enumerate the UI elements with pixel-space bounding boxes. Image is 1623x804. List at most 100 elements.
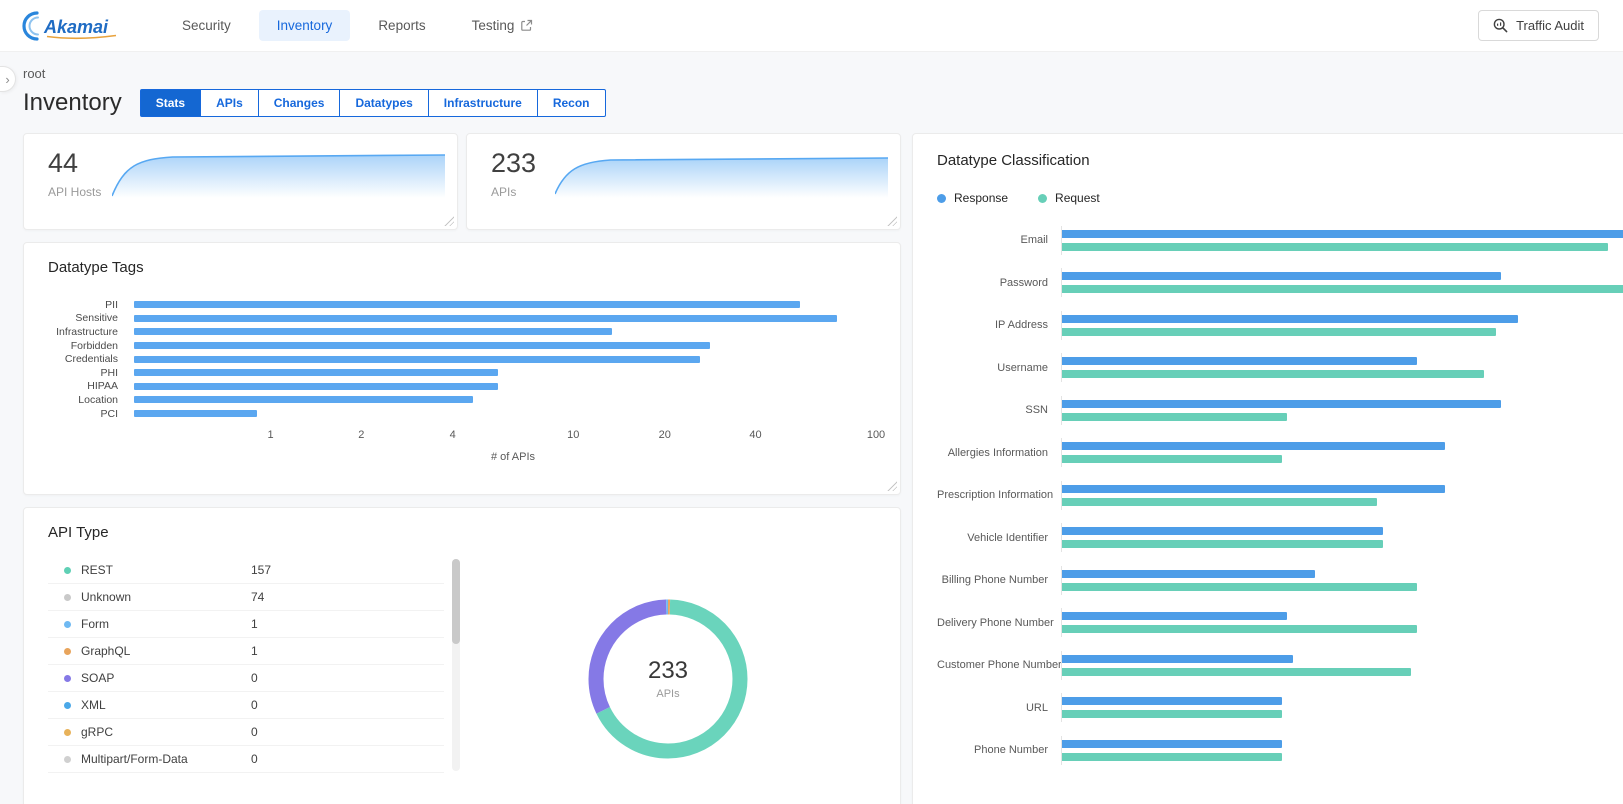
- response-bar[interactable]: [1062, 655, 1293, 663]
- classification-category-label: SSN: [937, 404, 1061, 416]
- response-bar[interactable]: [1062, 357, 1417, 365]
- api-type-row[interactable]: GraphQL1: [48, 638, 444, 665]
- request-bar[interactable]: [1062, 753, 1282, 761]
- classification-bar-group: [1061, 566, 1623, 595]
- tab-stats[interactable]: Stats: [140, 89, 201, 117]
- nav-item-testing[interactable]: Testing: [454, 10, 552, 41]
- tag-bar-track: [134, 342, 876, 349]
- response-bar[interactable]: [1062, 740, 1282, 748]
- akamai-logo[interactable]: Akamai: [20, 9, 130, 43]
- response-bar[interactable]: [1062, 612, 1287, 620]
- resize-grip[interactable]: [444, 216, 454, 226]
- request-bar[interactable]: [1062, 285, 1623, 293]
- request-bar[interactable]: [1062, 455, 1282, 463]
- classification-row: URL: [937, 687, 1623, 730]
- api-type-dot: [64, 621, 71, 628]
- api-type-row[interactable]: XML0: [48, 692, 444, 719]
- request-bar[interactable]: [1062, 413, 1287, 421]
- legend-item-request[interactable]: Request: [1038, 191, 1100, 205]
- classification-bar-group: [1061, 396, 1623, 425]
- classification-bar-group: [1061, 693, 1623, 722]
- api-type-row[interactable]: Multipart/Form-Data0: [48, 746, 444, 773]
- classification-row: Password: [937, 262, 1623, 305]
- breadcrumb[interactable]: root: [23, 66, 1623, 81]
- request-bar[interactable]: [1062, 328, 1496, 336]
- response-bar[interactable]: [1062, 272, 1501, 280]
- api-type-row[interactable]: SOAP0: [48, 665, 444, 692]
- request-bar[interactable]: [1062, 583, 1417, 591]
- tag-bar[interactable]: [134, 301, 800, 308]
- apis-sparkline: [555, 150, 888, 198]
- classification-category-label: Email: [937, 234, 1061, 246]
- tab-changes[interactable]: Changes: [258, 89, 341, 117]
- nav-item-inventory[interactable]: Inventory: [259, 10, 351, 41]
- nav-item-reports[interactable]: Reports: [360, 10, 443, 41]
- classification-bar-group: [1061, 311, 1623, 340]
- tag-bar[interactable]: [134, 396, 473, 403]
- scrollbar-track[interactable]: [452, 559, 460, 771]
- tag-bar[interactable]: [134, 410, 257, 417]
- legend-item-response[interactable]: Response: [937, 191, 1008, 205]
- x-axis-tick: 4: [450, 429, 456, 441]
- response-bar[interactable]: [1062, 570, 1315, 578]
- response-bar[interactable]: [1062, 485, 1445, 493]
- traffic-audit-label: Traffic Audit: [1516, 18, 1584, 33]
- tab-datatypes[interactable]: Datatypes: [339, 89, 428, 117]
- classification-row: SSN: [937, 389, 1623, 432]
- stat-card-apis: 233 APIs: [466, 133, 901, 230]
- tab-recon[interactable]: Recon: [537, 89, 606, 117]
- resize-grip[interactable]: [887, 216, 897, 226]
- tag-bar[interactable]: [134, 383, 498, 390]
- response-bar[interactable]: [1062, 697, 1282, 705]
- external-link-icon: [520, 19, 533, 32]
- api-type-count: 0: [251, 725, 258, 739]
- nav-menu: Security Inventory Reports Testing: [164, 10, 551, 41]
- nav-item-security[interactable]: Security: [164, 10, 249, 41]
- tag-bar[interactable]: [134, 356, 700, 363]
- api-type-row[interactable]: Unknown74: [48, 584, 444, 611]
- x-axis-tick: 40: [749, 429, 761, 441]
- classification-row: IP Address: [937, 304, 1623, 347]
- tag-bar-row: Infrastructure: [48, 325, 876, 339]
- api-type-row[interactable]: gRPC0: [48, 719, 444, 746]
- request-bar[interactable]: [1062, 540, 1383, 548]
- classification-row: Allergies Information: [937, 432, 1623, 475]
- x-axis-tick: 100: [867, 429, 885, 441]
- api-type-count: 74: [251, 590, 264, 604]
- request-bar[interactable]: [1062, 243, 1608, 251]
- tag-bar-track: [134, 396, 876, 403]
- classification-category-label: Username: [937, 362, 1061, 374]
- api-type-label: Form: [81, 617, 251, 631]
- request-bar[interactable]: [1062, 668, 1411, 676]
- response-bar[interactable]: [1062, 400, 1501, 408]
- request-bar[interactable]: [1062, 710, 1282, 718]
- inventory-tabs: StatsAPIsChangesDatatypesInfrastructureR…: [140, 89, 606, 117]
- tag-bar-row: Sensitive: [48, 312, 876, 326]
- api-type-title: API Type: [48, 524, 876, 541]
- response-bar[interactable]: [1062, 442, 1445, 450]
- api-type-row[interactable]: REST157: [48, 557, 444, 584]
- response-bar[interactable]: [1062, 230, 1623, 238]
- tab-infrastructure[interactable]: Infrastructure: [428, 89, 538, 117]
- tag-category-label: Infrastructure: [48, 326, 134, 338]
- tag-bar[interactable]: [134, 342, 710, 349]
- classification-bar-group: [1061, 268, 1623, 297]
- tag-bar[interactable]: [134, 315, 837, 322]
- request-bar[interactable]: [1062, 370, 1484, 378]
- classification-bar-group: [1061, 523, 1623, 552]
- request-bar[interactable]: [1062, 625, 1417, 633]
- tab-apis[interactable]: APIs: [200, 89, 259, 117]
- classification-row: Username: [937, 347, 1623, 390]
- resize-grip[interactable]: [887, 481, 897, 491]
- request-bar[interactable]: [1062, 498, 1377, 506]
- traffic-audit-button[interactable]: Traffic Audit: [1478, 10, 1599, 41]
- classification-category-label: URL: [937, 702, 1061, 714]
- scrollbar-thumb[interactable]: [452, 559, 460, 644]
- api-type-row[interactable]: Form1: [48, 611, 444, 638]
- classification-category-label: Password: [937, 277, 1061, 289]
- datatype-tags-card: Datatype Tags PIISensitiveInfrastructure…: [23, 242, 901, 495]
- tag-bar[interactable]: [134, 328, 612, 335]
- response-bar[interactable]: [1062, 527, 1383, 535]
- response-bar[interactable]: [1062, 315, 1518, 323]
- tag-bar[interactable]: [134, 369, 498, 376]
